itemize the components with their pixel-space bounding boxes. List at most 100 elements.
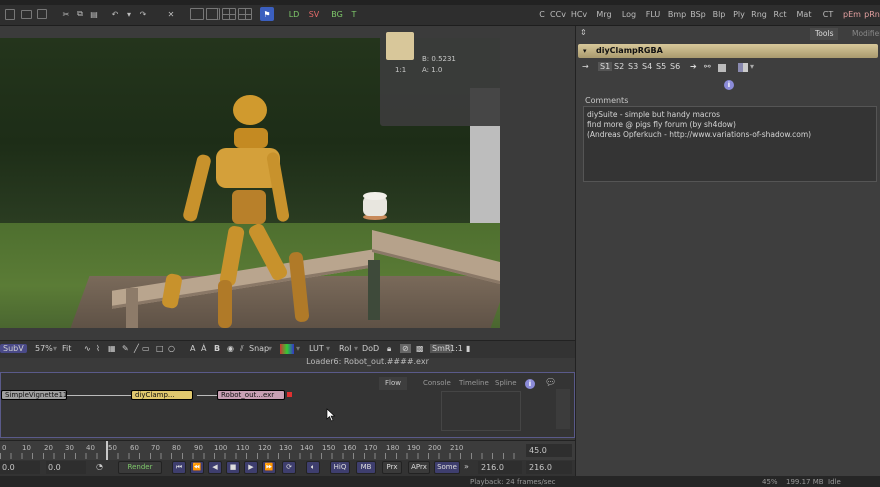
current-time-field[interactable]: 45.0	[526, 444, 572, 457]
rectangle-icon[interactable]: ▭	[142, 344, 150, 353]
spline-icon[interactable]: ∿	[84, 344, 91, 353]
node-diyclamp[interactable]: diyClamp...	[131, 390, 193, 400]
lut-button[interactable]: LUT	[309, 344, 324, 353]
tool-flu[interactable]: FLU	[645, 7, 661, 21]
zoom-level[interactable]: 57%	[35, 344, 53, 353]
tab-s6[interactable]: S6	[670, 62, 680, 71]
tool-loader[interactable]: LD	[288, 7, 300, 21]
hiq-button[interactable]: HiQ	[330, 461, 350, 474]
subview-button[interactable]: SubV	[0, 344, 27, 353]
slash-icon[interactable]: ⊘	[400, 344, 411, 353]
tab-tools[interactable]: Tools	[810, 28, 839, 40]
info-icon[interactable]: i	[525, 379, 535, 389]
undo-icon[interactable]: ↶	[108, 7, 122, 21]
render-cc-icon[interactable]: ◔	[96, 462, 103, 471]
snap-button[interactable]: Snap	[249, 344, 269, 353]
step-forward-icon[interactable]: ⏩	[262, 461, 276, 474]
layout-single-icon[interactable]	[190, 7, 204, 21]
navigator-box[interactable]	[441, 391, 521, 431]
tool-background[interactable]: BG	[330, 7, 344, 21]
tool-rct[interactable]: Rct	[772, 7, 788, 21]
tab-modifiers[interactable]: Modifiers	[848, 28, 880, 40]
render-end-field[interactable]: 216.0	[478, 461, 522, 474]
tool-c[interactable]: C	[538, 7, 546, 21]
tab-s4[interactable]: S4	[642, 62, 652, 71]
tool-log[interactable]: Log	[621, 7, 637, 21]
play-icon[interactable]: ▶	[244, 461, 258, 474]
polyline-icon[interactable]: ⌇	[96, 344, 100, 353]
tool-pem[interactable]: pEm	[843, 7, 861, 21]
prx-button[interactable]: Prx	[382, 461, 402, 474]
tab-console[interactable]: Console	[417, 377, 457, 390]
tool-ply[interactable]: Ply	[732, 7, 746, 21]
zoom-dropdown-icon[interactable]: ▾	[53, 344, 57, 353]
tool-ct[interactable]: CT	[821, 7, 835, 21]
node-header[interactable]: ▾ diyClampRGBA	[578, 44, 878, 58]
ellipse-icon[interactable]: ○	[168, 344, 175, 353]
tab-s1[interactable]: S1	[598, 62, 613, 71]
tab-spline[interactable]: Spline	[489, 377, 523, 390]
checker-icon[interactable]: ▩	[416, 344, 424, 353]
tool-saver[interactable]: SV	[308, 7, 320, 21]
stop-icon[interactable]: ■	[226, 461, 240, 474]
audio-icon[interactable]: 🔈︎	[306, 461, 320, 474]
tool-blp[interactable]: Blp	[711, 7, 727, 21]
version-dropdown-icon[interactable]: ▾	[750, 62, 754, 71]
aprx-button[interactable]: APrx	[408, 461, 430, 474]
fit-button[interactable]: Fit	[62, 344, 71, 353]
redo-icon[interactable]: ↷	[136, 7, 150, 21]
collapse-icon[interactable]: ▾	[583, 44, 587, 58]
rectangle-mask-icon[interactable]: □	[156, 344, 164, 353]
step-back-icon[interactable]: ⏪	[190, 461, 204, 474]
tool-mat[interactable]: Mat	[795, 7, 813, 21]
cut-icon[interactable]: ✂	[60, 7, 72, 21]
mb-button[interactable]: MB	[356, 461, 376, 474]
global-start-field[interactable]: 0.0	[0, 461, 40, 474]
new-icon[interactable]	[4, 7, 16, 21]
playhead[interactable]	[106, 441, 108, 461]
info-icon[interactable]: i	[724, 80, 734, 90]
guides-icon[interactable]: ⫽	[240, 344, 244, 354]
tab-s3[interactable]: S3	[628, 62, 638, 71]
node-robot-out[interactable]: Robot_out...exr	[217, 390, 285, 400]
arrow-icon[interactable]: →	[582, 62, 589, 71]
version-icon[interactable]	[738, 63, 748, 72]
save-icon[interactable]	[36, 7, 48, 21]
comments-box[interactable]: diySuite - simple but handy macros find …	[583, 106, 877, 182]
layout-quad2-icon[interactable]	[238, 7, 252, 21]
layout-split-icon[interactable]	[206, 7, 220, 21]
paste-icon[interactable]: ▤	[88, 7, 100, 21]
dod-button[interactable]: DoD	[362, 344, 379, 353]
brush-icon[interactable]: ╱	[134, 344, 139, 353]
some-button[interactable]: Some	[434, 461, 460, 474]
tab-flow[interactable]: Flow	[379, 377, 407, 390]
save-settings-icon[interactable]	[718, 64, 726, 72]
delete-icon[interactable]: ✕	[164, 7, 178, 21]
tool-mrg[interactable]: Mrg	[596, 7, 612, 21]
play-reverse-icon[interactable]: ◀	[208, 461, 222, 474]
time-ruler[interactable]: 0 10 20 30 40 50 60 70 80 90 100 110 120…	[0, 440, 575, 461]
lut-dropdown-icon[interactable]: ▾	[326, 344, 330, 353]
lock-icon[interactable]: 🔒︎	[387, 344, 391, 354]
gradient-icon[interactable]: ▦	[108, 344, 116, 353]
tool-rng[interactable]: Rng	[751, 7, 767, 21]
channel-dropdown-icon[interactable]: ▾	[296, 344, 300, 353]
render-start-field[interactable]: 0.0	[46, 461, 86, 474]
open-icon[interactable]	[20, 7, 32, 21]
ratio-button[interactable]: 1:1	[450, 344, 463, 353]
layout-quad-icon[interactable]	[222, 7, 236, 21]
output-knob[interactable]	[287, 392, 292, 397]
bold-icon[interactable]: B	[214, 344, 220, 353]
comment-icon[interactable]: 💬︎	[545, 378, 556, 388]
tool-prn[interactable]: pRn	[864, 7, 880, 21]
tool-hcv[interactable]: HCv	[570, 7, 588, 21]
copy-icon[interactable]: ⧉	[74, 7, 86, 21]
flow-scrollbar[interactable]	[556, 389, 570, 429]
tool-text[interactable]: T	[350, 7, 358, 21]
channel-icon[interactable]	[280, 344, 294, 354]
link-icon[interactable]: ⚯	[704, 62, 711, 71]
roi-dropdown-icon[interactable]: ▾	[354, 344, 358, 353]
pin-icon[interactable]: ⚑	[260, 7, 274, 21]
pick-arrow-icon[interactable]: ➔	[690, 62, 697, 71]
overlay-icon[interactable]: ◉	[227, 344, 234, 353]
